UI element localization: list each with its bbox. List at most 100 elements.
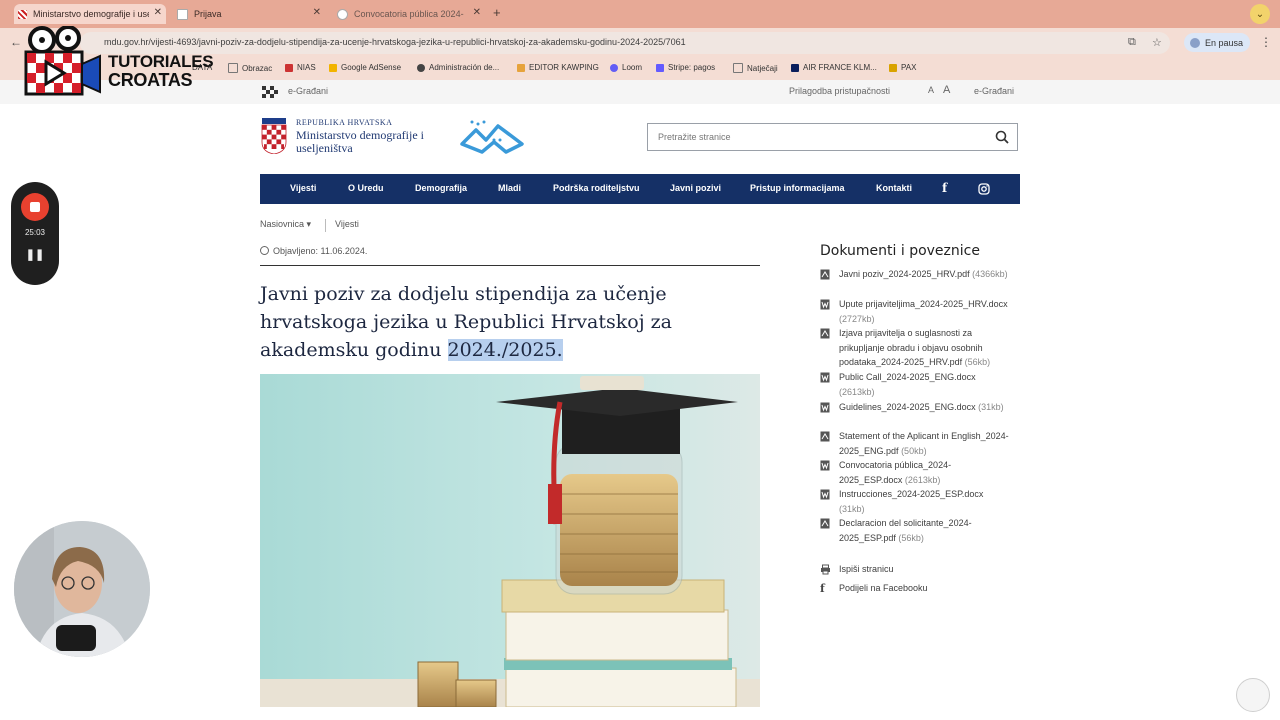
- nias-icon: [285, 63, 293, 72]
- profile-button[interactable]: En pausa: [1184, 33, 1250, 52]
- recording-timer: 25:03: [24, 228, 46, 237]
- page-favicon-icon: [177, 8, 188, 20]
- instagram-icon[interactable]: [978, 183, 990, 195]
- word-file-icon: [820, 402, 830, 413]
- bookmark-item[interactable]: Obrazac: [228, 63, 272, 73]
- facebook-icon[interactable]: f: [942, 181, 947, 195]
- menu-kebab-icon[interactable]: ⋮: [1260, 35, 1272, 49]
- ministry-name[interactable]: Ministarstvo demografije i useljeništva: [296, 129, 456, 155]
- word-file-icon: [820, 460, 830, 471]
- divider: [260, 265, 760, 266]
- bookmark-item[interactable]: Administración de...: [417, 63, 499, 72]
- font-small-button[interactable]: A: [928, 85, 934, 95]
- croatia-favicon-icon: [18, 9, 27, 19]
- nav-item-vijesti[interactable]: Vijesti: [290, 183, 316, 193]
- document-name: Javni poziv_2024-2025_HRV.pdf: [839, 269, 970, 279]
- loom-icon: [610, 63, 618, 72]
- bookmark-item[interactable]: AIR FRANCE KLM...: [791, 63, 877, 72]
- document-size: (4366kb): [972, 269, 1008, 279]
- bookmark-item[interactable]: Stripe: pagos: [656, 63, 715, 72]
- egradani-login-link[interactable]: e-Građani: [974, 86, 1014, 96]
- tab-title: Ministarstvo demografije i use: [33, 9, 149, 19]
- close-tab-icon[interactable]: ✕: [313, 7, 321, 18]
- bookmark-item[interactable]: Loom: [610, 63, 642, 72]
- page-icon: [733, 63, 743, 73]
- globe-icon: [417, 63, 425, 72]
- editor-icon: [517, 63, 525, 72]
- article-hero-image: [260, 374, 760, 707]
- bookmark-item[interactable]: Natječaji: [733, 63, 778, 73]
- breadcrumb: Nasiovnica ▾ Vijesti: [260, 219, 359, 232]
- pdf-file-icon: [820, 518, 830, 529]
- close-tab-icon[interactable]: ✕: [154, 7, 162, 18]
- profile-label: En pausa: [1205, 37, 1244, 48]
- breadcrumb-current[interactable]: Vijesti: [335, 219, 359, 229]
- tab-title: Prijava: [194, 9, 222, 19]
- chevron-down-icon[interactable]: ⌄: [1250, 4, 1270, 24]
- search-input[interactable]: [656, 131, 980, 143]
- bookmark-item[interactable]: Google AdSense: [329, 63, 401, 72]
- bookmark-item[interactable]: PAX: [889, 63, 916, 72]
- webcam-bubble: [14, 521, 150, 657]
- document-size: (2727kb): [839, 313, 875, 324]
- logo-text-line2: CROATAS: [108, 70, 193, 90]
- main-navigation: Vijesti O Uredu Demografija Mladi Podršk…: [260, 174, 1020, 204]
- omnibox[interactable]: mdu.gov.hr/vijesti-4693/javni-poziv-za-d…: [80, 32, 1170, 54]
- screen-recorder-widget: 25:03 ❚❚: [11, 182, 59, 285]
- accessibility-link[interactable]: Prilagodba pristupačnosti: [789, 86, 890, 96]
- document-size: (31kb): [839, 503, 865, 514]
- bookmark-item[interactable]: NIAS: [285, 63, 316, 72]
- stripe-icon: [656, 63, 664, 72]
- document-name: Guidelines_2024-2025_ENG.docx: [839, 402, 976, 412]
- logo-text-line1: TUTORIALES: [108, 52, 214, 71]
- font-large-button[interactable]: A: [943, 84, 950, 96]
- film-camera-icon: [24, 26, 101, 96]
- bookmark-item[interactable]: EDITOR KAWPING: [517, 63, 599, 72]
- document-size: (31kb): [978, 402, 1004, 412]
- bookmark-star-icon[interactable]: ☆: [1152, 36, 1162, 49]
- close-tab-icon[interactable]: ✕: [473, 7, 481, 18]
- tab-prijava[interactable]: Prijava ✕: [173, 4, 325, 24]
- republic-label: REPUBLIKA HRVATSKA: [296, 118, 393, 127]
- nav-item-kontakti[interactable]: Kontakti: [876, 183, 912, 193]
- search-icon[interactable]: [995, 130, 1009, 144]
- selected-text: 2024./2025.: [447, 339, 563, 361]
- document-name: Instrucciones_2024-2025_ESP.docx: [839, 489, 984, 499]
- pdf-file-icon: [820, 269, 830, 280]
- nav-item-javni-pozivi[interactable]: Javni pozivi: [670, 183, 721, 193]
- new-tab-icon[interactable]: +: [493, 5, 501, 20]
- document-size: (50kb): [901, 445, 927, 456]
- pause-icon[interactable]: ❚❚: [11, 248, 59, 261]
- clock-icon: [260, 246, 269, 255]
- translate-icon[interactable]: ⧉: [1128, 36, 1136, 49]
- nav-item-podrska-roditeljstvu[interactable]: Podrška roditeljstvu: [553, 183, 640, 193]
- documents-sidebar: Dokumenti i poveznice: [820, 243, 1020, 265]
- breadcrumb-divider: [325, 219, 326, 232]
- document-size: (2613kb): [904, 474, 941, 485]
- nav-item-demografija[interactable]: Demografija: [415, 183, 467, 193]
- ministry-logo-icon: [460, 120, 524, 154]
- egradani-logo-icon: [262, 86, 278, 98]
- airfrance-icon: [791, 63, 799, 72]
- sidebar-heading: Dokumenti i poveznice: [820, 243, 980, 259]
- document-name: Public Call_2024-2025_ENG.docx: [839, 372, 976, 382]
- document-name: Upute prijaviteljima_2024-2025_HRV.docx: [839, 299, 1008, 309]
- word-file-icon: [820, 299, 830, 310]
- croatian-coat-of-arms-icon: [261, 118, 287, 154]
- tab-ministry[interactable]: Ministarstvo demografije i use ✕: [14, 4, 166, 24]
- facebook-icon: f: [820, 582, 825, 595]
- nav-item-mladi[interactable]: Mladi: [498, 183, 521, 193]
- word-file-icon: [820, 372, 830, 383]
- page-icon: [228, 63, 238, 73]
- nav-item-pristup-informacijama[interactable]: Pristup informacijama: [750, 183, 845, 193]
- nav-item-o-uredu[interactable]: O Uredu: [348, 183, 384, 193]
- egradani-link[interactable]: e-Građani: [288, 86, 328, 96]
- stop-recording-button[interactable]: [21, 193, 49, 221]
- pax-icon: [889, 63, 897, 72]
- breadcrumb-home[interactable]: Nasiovnica ▾: [260, 219, 311, 229]
- tab-convocatoria[interactable]: Convocatoria pública 2024- ✕: [333, 4, 485, 24]
- document-size: (56kb): [964, 357, 991, 367]
- pdf-file-icon: [820, 431, 830, 442]
- palette-icon[interactable]: [1236, 678, 1270, 712]
- document-size: (56kb): [898, 532, 924, 543]
